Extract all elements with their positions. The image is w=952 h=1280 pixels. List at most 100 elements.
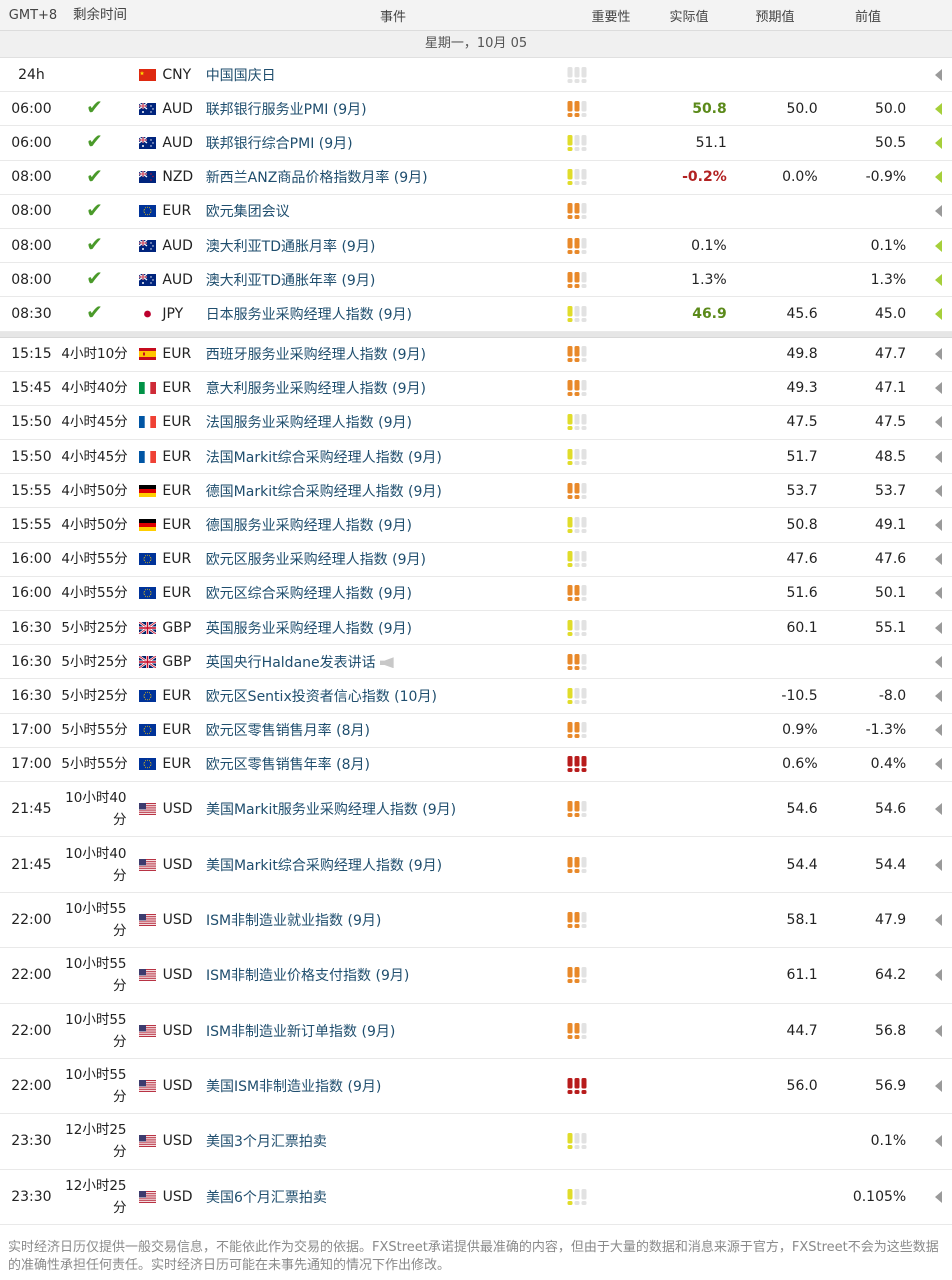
event-name[interactable]: 美国3个月汇票拍卖	[206, 1131, 564, 1151]
event-row[interactable]: 08:00 ✔ AUD 澳大利亚TD通胀月率 (9月) 0.1% 0.1%	[0, 228, 952, 264]
expand-arrow-icon[interactable]	[935, 803, 942, 816]
event-row[interactable]: 15:55 4小时50分 EUR 德国服务业采购经理人指数 (9月) 50.8 …	[0, 508, 952, 543]
event-row[interactable]: 22:00 10小时55 分 USD ISM非制造业价格支付指数 (9月) 61.…	[0, 948, 952, 1004]
event-row[interactable]: 22:00 10小时55 分 USD ISM非制造业新订单指数 (9月) 44.7…	[0, 1003, 952, 1059]
event-name[interactable]: 英国央行Haldane发表讲话	[206, 655, 376, 671]
event-name[interactable]: 法国服务业采购经理人指数 (9月)	[206, 415, 412, 431]
event-name[interactable]: 美国ISM非制造业指数 (9月)	[206, 1076, 564, 1096]
event-name[interactable]: 英国服务业采购经理人指数 (9月)	[206, 621, 412, 637]
event-row[interactable]: 17:00 5小时55分 EUR 欧元区零售销售年率 (8月) 0.6% 0.4…	[0, 747, 952, 782]
previous-value: -8.0	[878, 687, 907, 704]
event-name[interactable]: 美国Markit综合采购经理人指数 (9月)	[206, 855, 564, 875]
event-name[interactable]: 新西兰ANZ商品价格指数月率 (9月)	[206, 167, 564, 187]
event-row[interactable]: 22:00 10小时55 分 USD ISM非制造业就业指数 (9月) 58.1 …	[0, 892, 952, 949]
event-row[interactable]: 08:30 ✔ JPY 日本服务业采购经理人指数 (9月) 46.9 45.6 …	[0, 297, 952, 332]
expand-arrow-icon[interactable]	[934, 382, 942, 395]
event-row[interactable]: 23:30 12小时25 分 USD 美国3个月汇票拍卖 0.1%	[0, 1114, 952, 1170]
expand-arrow-icon[interactable]	[934, 348, 942, 361]
event-row[interactable]: 16:00 4小时55分 EUR 欧元区综合采购经理人指数 (9月) 51.6 …	[0, 576, 952, 611]
event-name[interactable]: 联邦银行服务业PMI (9月)	[206, 99, 564, 119]
importance-icon	[567, 722, 587, 739]
time-remaining: 10小时55 分	[65, 956, 127, 995]
expand-arrow-icon[interactable]	[934, 484, 942, 497]
consensus-value: 61.1	[786, 967, 818, 984]
event-row[interactable]: 22:00 10小时55 分 USD 美国ISM非制造业指数 (9月) 56.0 …	[0, 1058, 952, 1115]
event-name[interactable]: 澳大利亚TD通胀月率 (9月)	[206, 236, 564, 256]
event-row[interactable]: 23:30 12小时25 分 USD 美国6个月汇票拍卖 0.105%	[0, 1169, 952, 1226]
event-name[interactable]: 美国Markit服务业采购经理人指数 (9月)	[206, 799, 564, 819]
event-time: 16:30	[11, 653, 52, 670]
event-name[interactable]: 欧元区综合采购经理人指数 (9月)	[206, 586, 412, 602]
event-row[interactable]: 24h CNY 中国国庆日	[0, 58, 952, 93]
previous-value: 47.7	[875, 346, 907, 363]
event-name[interactable]: 欧元集团会议	[206, 201, 564, 221]
tz-header[interactable]: GMT+8	[0, 8, 60, 23]
event-name[interactable]: 欧元区服务业采购经理人指数 (9月)	[206, 552, 426, 568]
event-row[interactable]: 16:30 5小时25分 EUR 欧元区Sentix投资者信心指数 (10月) …	[0, 679, 952, 714]
expand-arrow-icon[interactable]	[934, 273, 942, 286]
expand-arrow-icon[interactable]	[934, 621, 942, 634]
expand-arrow-icon[interactable]	[934, 758, 942, 771]
event-name[interactable]: 西班牙服务业采购经理人指数 (9月)	[206, 347, 426, 363]
expand-arrow-icon[interactable]	[935, 1080, 942, 1093]
expand-arrow-icon[interactable]	[934, 416, 942, 429]
expand-arrow-icon[interactable]	[934, 587, 942, 600]
expand-arrow-icon[interactable]	[934, 553, 942, 566]
event-row[interactable]: 17:00 5小时55分 EUR 欧元区零售销售月率 (8月) 0.9% -1.…	[0, 713, 952, 748]
expand-arrow-icon[interactable]	[934, 724, 942, 737]
event-row[interactable]: 16:30 5小时25分 GBP 英国央行Haldane发表讲话	[0, 645, 952, 680]
event-row[interactable]: 15:55 4小时50分 EUR 德国Markit综合采购经理人指数 (9月) …	[0, 474, 952, 509]
expand-arrow-icon[interactable]	[934, 68, 942, 81]
event-name[interactable]: 法国Markit综合采购经理人指数 (9月)	[206, 450, 442, 466]
event-name[interactable]: ISM非制造业就业指数 (9月)	[206, 910, 564, 930]
event-row[interactable]: 08:00 ✔ NZD 新西兰ANZ商品价格指数月率 (9月) -0.2% 0.…	[0, 160, 952, 195]
event-time: 24h	[18, 66, 45, 83]
event-name[interactable]: 日本服务业采购经理人指数 (9月)	[206, 304, 564, 324]
event-name[interactable]: 欧元区零售销售年率 (8月)	[206, 757, 370, 773]
event-row[interactable]: 15:45 4小时40分 EUR 意大利服务业采购经理人指数 (9月) 49.3…	[0, 371, 952, 406]
event-name[interactable]: ISM非制造业新订单指数 (9月)	[206, 1021, 564, 1041]
country-flag-icon	[132, 171, 162, 184]
event-row[interactable]: 16:30 5小时25分 GBP 英国服务业采购经理人指数 (9月) 60.1 …	[0, 611, 952, 646]
currency-code: EUR	[162, 482, 192, 499]
event-row[interactable]: 21:45 10小时40 分 USD 美国Markit综合采购经理人指数 (9月)…	[0, 837, 952, 893]
event-row[interactable]: 15:15 4小时10分 EUR 西班牙服务业采购经理人指数 (9月) 49.8…	[0, 337, 952, 372]
expand-arrow-icon[interactable]	[934, 519, 942, 532]
expand-arrow-icon[interactable]	[934, 205, 942, 218]
expand-arrow-icon[interactable]	[934, 136, 942, 149]
event-name[interactable]: 意大利服务业采购经理人指数 (9月)	[206, 381, 426, 397]
expand-arrow-icon[interactable]	[934, 689, 942, 702]
event-row[interactable]: 15:50 4小时45分 EUR 法国服务业采购经理人指数 (9月) 47.5 …	[0, 405, 952, 441]
expand-arrow-icon[interactable]	[934, 171, 942, 184]
expand-arrow-icon[interactable]	[935, 1024, 942, 1037]
event-name[interactable]: 德国Markit综合采购经理人指数 (9月)	[206, 484, 442, 500]
event-name[interactable]: 中国国庆日	[206, 65, 564, 85]
currency-code: EUR	[162, 722, 192, 739]
event-row[interactable]: 08:00 ✔ AUD 澳大利亚TD通胀年率 (9月) 1.3% 1.3%	[0, 263, 952, 298]
event-name[interactable]: 欧元区Sentix投资者信心指数 (10月)	[206, 689, 437, 705]
expand-arrow-icon[interactable]	[934, 239, 942, 252]
event-name[interactable]: 联邦银行综合PMI (9月)	[206, 133, 564, 153]
event-row[interactable]: 21:45 10小时40 分 USD 美国Markit服务业采购经理人指数 (9月…	[0, 781, 952, 838]
expand-arrow-icon[interactable]	[934, 307, 942, 320]
event-row[interactable]: 16:00 4小时55分 EUR 欧元区服务业采购经理人指数 (9月) 47.6…	[0, 542, 952, 577]
event-name[interactable]: 德国服务业采购经理人指数 (9月)	[206, 518, 412, 534]
country-flag-icon	[133, 1135, 163, 1148]
expand-arrow-icon[interactable]	[935, 969, 942, 982]
expand-arrow-icon[interactable]	[934, 450, 942, 463]
expand-arrow-icon[interactable]	[935, 1190, 942, 1203]
event-name[interactable]: 美国6个月汇票拍卖	[206, 1187, 564, 1207]
event-name[interactable]: 欧元区零售销售月率 (8月)	[206, 723, 370, 739]
event-name[interactable]: 澳大利亚TD通胀年率 (9月)	[206, 270, 564, 290]
expand-arrow-icon[interactable]	[935, 1135, 942, 1148]
event-row[interactable]: 15:50 4小时45分 EUR 法国Markit综合采购经理人指数 (9月) …	[0, 440, 952, 475]
event-row[interactable]: 06:00 ✔ AUD 联邦银行服务业PMI (9月) 50.8 50.0 50…	[0, 92, 952, 127]
expand-arrow-icon[interactable]	[934, 655, 942, 668]
event-row[interactable]: 06:00 ✔ AUD 联邦银行综合PMI (9月) 51.1 50.5	[0, 126, 952, 161]
expand-arrow-icon[interactable]	[934, 102, 942, 115]
expand-arrow-icon[interactable]	[935, 913, 942, 926]
event-row[interactable]: 08:00 ✔ EUR 欧元集团会议	[0, 194, 952, 229]
event-name[interactable]: ISM非制造业价格支付指数 (9月)	[206, 965, 564, 985]
consensus-header: 预期值	[755, 9, 795, 25]
expand-arrow-icon[interactable]	[935, 858, 942, 871]
